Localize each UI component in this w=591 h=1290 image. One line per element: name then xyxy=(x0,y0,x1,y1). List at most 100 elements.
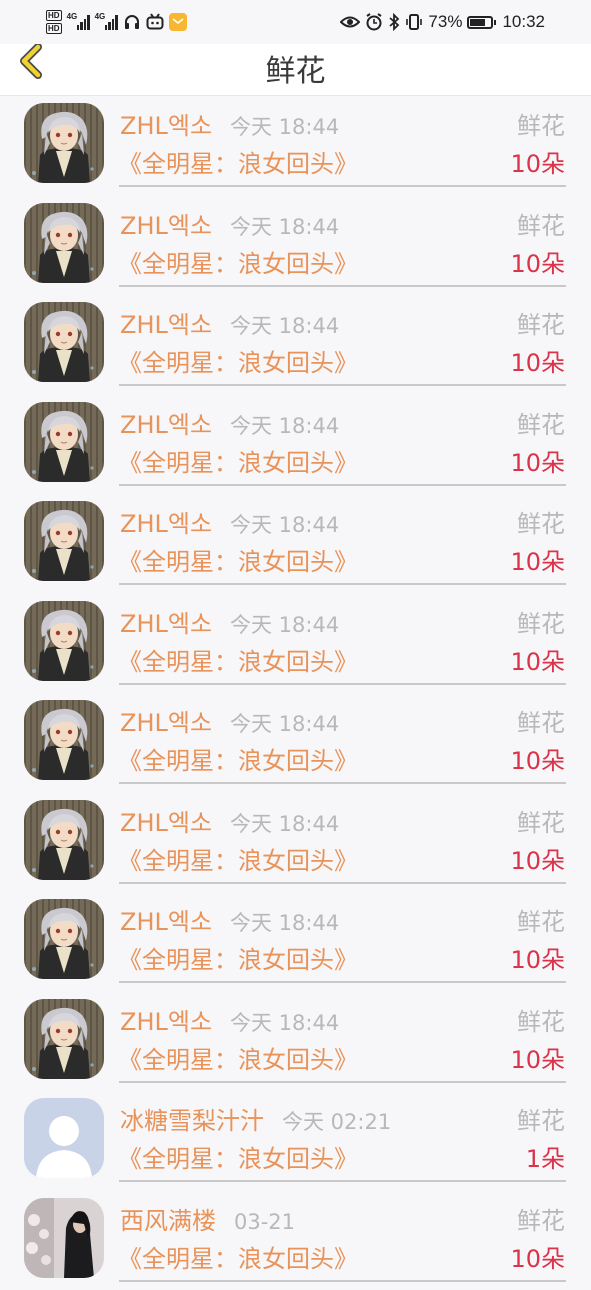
sender-name[interactable]: 西风满楼 xyxy=(120,1204,216,1238)
user-avatar[interactable] xyxy=(24,1098,104,1178)
send-time: 今天 18:44 xyxy=(230,909,339,937)
flower-record-item[interactable]: ZHL엑소 今天 18:44 鲜花《全明星：浪女回头》 10朵 xyxy=(0,693,591,793)
bluetooth-icon xyxy=(388,13,400,31)
sender-name[interactable]: ZHL엑소 xyxy=(120,905,212,939)
status-right: 73% 10:32 xyxy=(340,8,545,36)
book-title[interactable]: 《全明星：浪女回头》 xyxy=(118,247,358,281)
vibrate-icon xyxy=(405,13,423,31)
network-type-label: 4G xyxy=(95,12,106,21)
gift-type: 鲜花 xyxy=(517,409,565,441)
flower-record-item[interactable]: ZHL엑소今天 18:44鲜花《全明星：浪女回头》10朵 xyxy=(0,96,591,196)
user-avatar[interactable] xyxy=(24,402,104,482)
send-time: 今天 18:44 xyxy=(230,611,339,639)
eye-icon xyxy=(340,14,360,30)
flower-count: 10朵 xyxy=(510,943,565,977)
headphone-icon xyxy=(123,13,141,31)
status-left: HD HD 4G 4G xyxy=(46,6,187,38)
flower-record-list: ZHL엑소今天 18:44鲜花《全明星：浪女回头》10朵ZHL엑소今天 18:4… xyxy=(0,96,591,1290)
row-divider xyxy=(119,1081,566,1083)
gift-type: 鲜花 xyxy=(517,210,565,242)
flower-record-item[interactable]: 冰糖雪梨汁汁今天 02:21鲜花《全明星：浪女回头》1朵 xyxy=(0,1091,591,1191)
send-time: 今天 18:44 xyxy=(230,1009,339,1037)
flower-record-item[interactable]: 西风满楼 03-21 鲜花《全明星：浪女回头》 10朵 xyxy=(0,1191,591,1290)
row-divider xyxy=(119,882,566,884)
sender-name[interactable]: ZHL엑소 xyxy=(120,308,212,342)
flower-record-item[interactable]: ZHL엑소今天 18:44鲜花《全明星：浪女回头》10朵 xyxy=(0,494,591,594)
flower-count: 10朵 xyxy=(510,844,565,878)
book-title[interactable]: 《全明星：浪女回头》 xyxy=(118,844,358,878)
row-divider xyxy=(119,683,566,685)
send-time: 今天 18:44 xyxy=(230,213,339,241)
book-title[interactable]: 《全明星：浪女回头》 xyxy=(118,545,358,579)
user-avatar[interactable] xyxy=(24,899,104,979)
flower-record-item[interactable]: ZHL엑소今天 18:44鲜花《全明星：浪女回头》10朵 xyxy=(0,793,591,893)
sender-name[interactable]: ZHL엑소 xyxy=(120,408,212,442)
flower-record-item[interactable]: ZHL엑소 今天 18:44 鲜花《全明星：浪女回头》 10朵 xyxy=(0,196,591,296)
network-type-label: 4G xyxy=(67,12,78,21)
book-title[interactable]: 《全明星：浪女回头》 xyxy=(118,1043,358,1077)
sender-name[interactable]: ZHL엑소 xyxy=(120,607,212,641)
row-divider xyxy=(119,384,566,386)
flower-record-item[interactable]: ZHL엑소 今天 18:44 鲜花《全明星：浪女回头》 10朵 xyxy=(0,395,591,495)
send-time: 今天 18:44 xyxy=(230,511,339,539)
row-divider xyxy=(119,583,566,585)
flower-count: 10朵 xyxy=(510,247,565,281)
row-divider xyxy=(119,782,566,784)
sender-name[interactable]: ZHL엑소 xyxy=(120,806,212,840)
battery-icon xyxy=(467,16,493,29)
user-avatar[interactable] xyxy=(24,1198,104,1278)
gift-type: 鲜花 xyxy=(517,608,565,640)
flower-record-item[interactable]: ZHL엑소今天 18:44鲜花《全明星：浪女回头》10朵 xyxy=(0,992,591,1092)
user-avatar[interactable] xyxy=(24,501,104,581)
user-avatar[interactable] xyxy=(24,601,104,681)
sender-name[interactable]: 冰糖雪梨汁汁 xyxy=(120,1104,264,1138)
clock: 10:32 xyxy=(502,12,545,32)
book-title[interactable]: 《全明星：浪女回头》 xyxy=(118,645,358,679)
book-title[interactable]: 《全明星：浪女回头》 xyxy=(118,1242,358,1276)
user-avatar[interactable] xyxy=(24,103,104,183)
row-divider xyxy=(119,981,566,983)
alarm-icon xyxy=(365,13,383,31)
book-title[interactable]: 《全明星：浪女回头》 xyxy=(118,346,358,380)
user-avatar[interactable] xyxy=(24,302,104,382)
flower-record-item[interactable]: ZHL엑소今天 18:44鲜花《全明星：浪女回头》10朵 xyxy=(0,295,591,395)
gift-type: 鲜花 xyxy=(517,1105,565,1137)
user-avatar[interactable] xyxy=(24,203,104,283)
row-divider xyxy=(119,1180,566,1182)
gift-type: 鲜花 xyxy=(517,110,565,142)
row-divider xyxy=(119,185,566,187)
send-time: 03-21 xyxy=(234,1208,295,1236)
user-avatar[interactable] xyxy=(24,999,104,1079)
book-title[interactable]: 《全明星：浪女回头》 xyxy=(118,744,358,778)
mail-icon xyxy=(169,13,187,31)
gift-type: 鲜花 xyxy=(517,906,565,938)
flower-count: 10朵 xyxy=(510,1242,565,1276)
battery-fill xyxy=(470,19,485,26)
flower-count: 10朵 xyxy=(510,744,565,778)
book-title[interactable]: 《全明星：浪女回头》 xyxy=(118,943,358,977)
flower-count: 10朵 xyxy=(510,446,565,480)
send-time: 今天 18:44 xyxy=(230,412,339,440)
hd-indicators: HD HD xyxy=(46,10,62,34)
send-time: 今天 18:44 xyxy=(230,312,339,340)
signal-icon: 4G xyxy=(95,14,118,30)
sender-name[interactable]: ZHL엑소 xyxy=(120,507,212,541)
gift-type: 鲜花 xyxy=(517,707,565,739)
flower-record-item[interactable]: ZHL엑소今天 18:44鲜花《全明星：浪女回头》10朵 xyxy=(0,594,591,694)
user-avatar[interactable] xyxy=(24,800,104,880)
book-title[interactable]: 《全明星：浪女回头》 xyxy=(118,446,358,480)
sender-name[interactable]: ZHL엑소 xyxy=(120,209,212,243)
book-title[interactable]: 《全明星：浪女回头》 xyxy=(118,147,358,181)
sender-name[interactable]: ZHL엑소 xyxy=(120,1005,212,1039)
flower-record-item[interactable]: ZHL엑소 今天 18:44 鲜花《全明星：浪女回头》 10朵 xyxy=(0,892,591,992)
flower-count: 10朵 xyxy=(510,545,565,579)
app-header: 鲜花 xyxy=(0,44,591,96)
book-title[interactable]: 《全明星：浪女回头》 xyxy=(118,1142,358,1176)
gift-type: 鲜花 xyxy=(517,1006,565,1038)
sender-name[interactable]: ZHL엑소 xyxy=(120,706,212,740)
gift-type: 鲜花 xyxy=(517,1205,565,1237)
user-avatar[interactable] xyxy=(24,700,104,780)
send-time: 今天 18:44 xyxy=(230,710,339,738)
send-time: 今天 02:21 xyxy=(282,1108,391,1136)
sender-name[interactable]: ZHL엑소 xyxy=(120,109,212,143)
